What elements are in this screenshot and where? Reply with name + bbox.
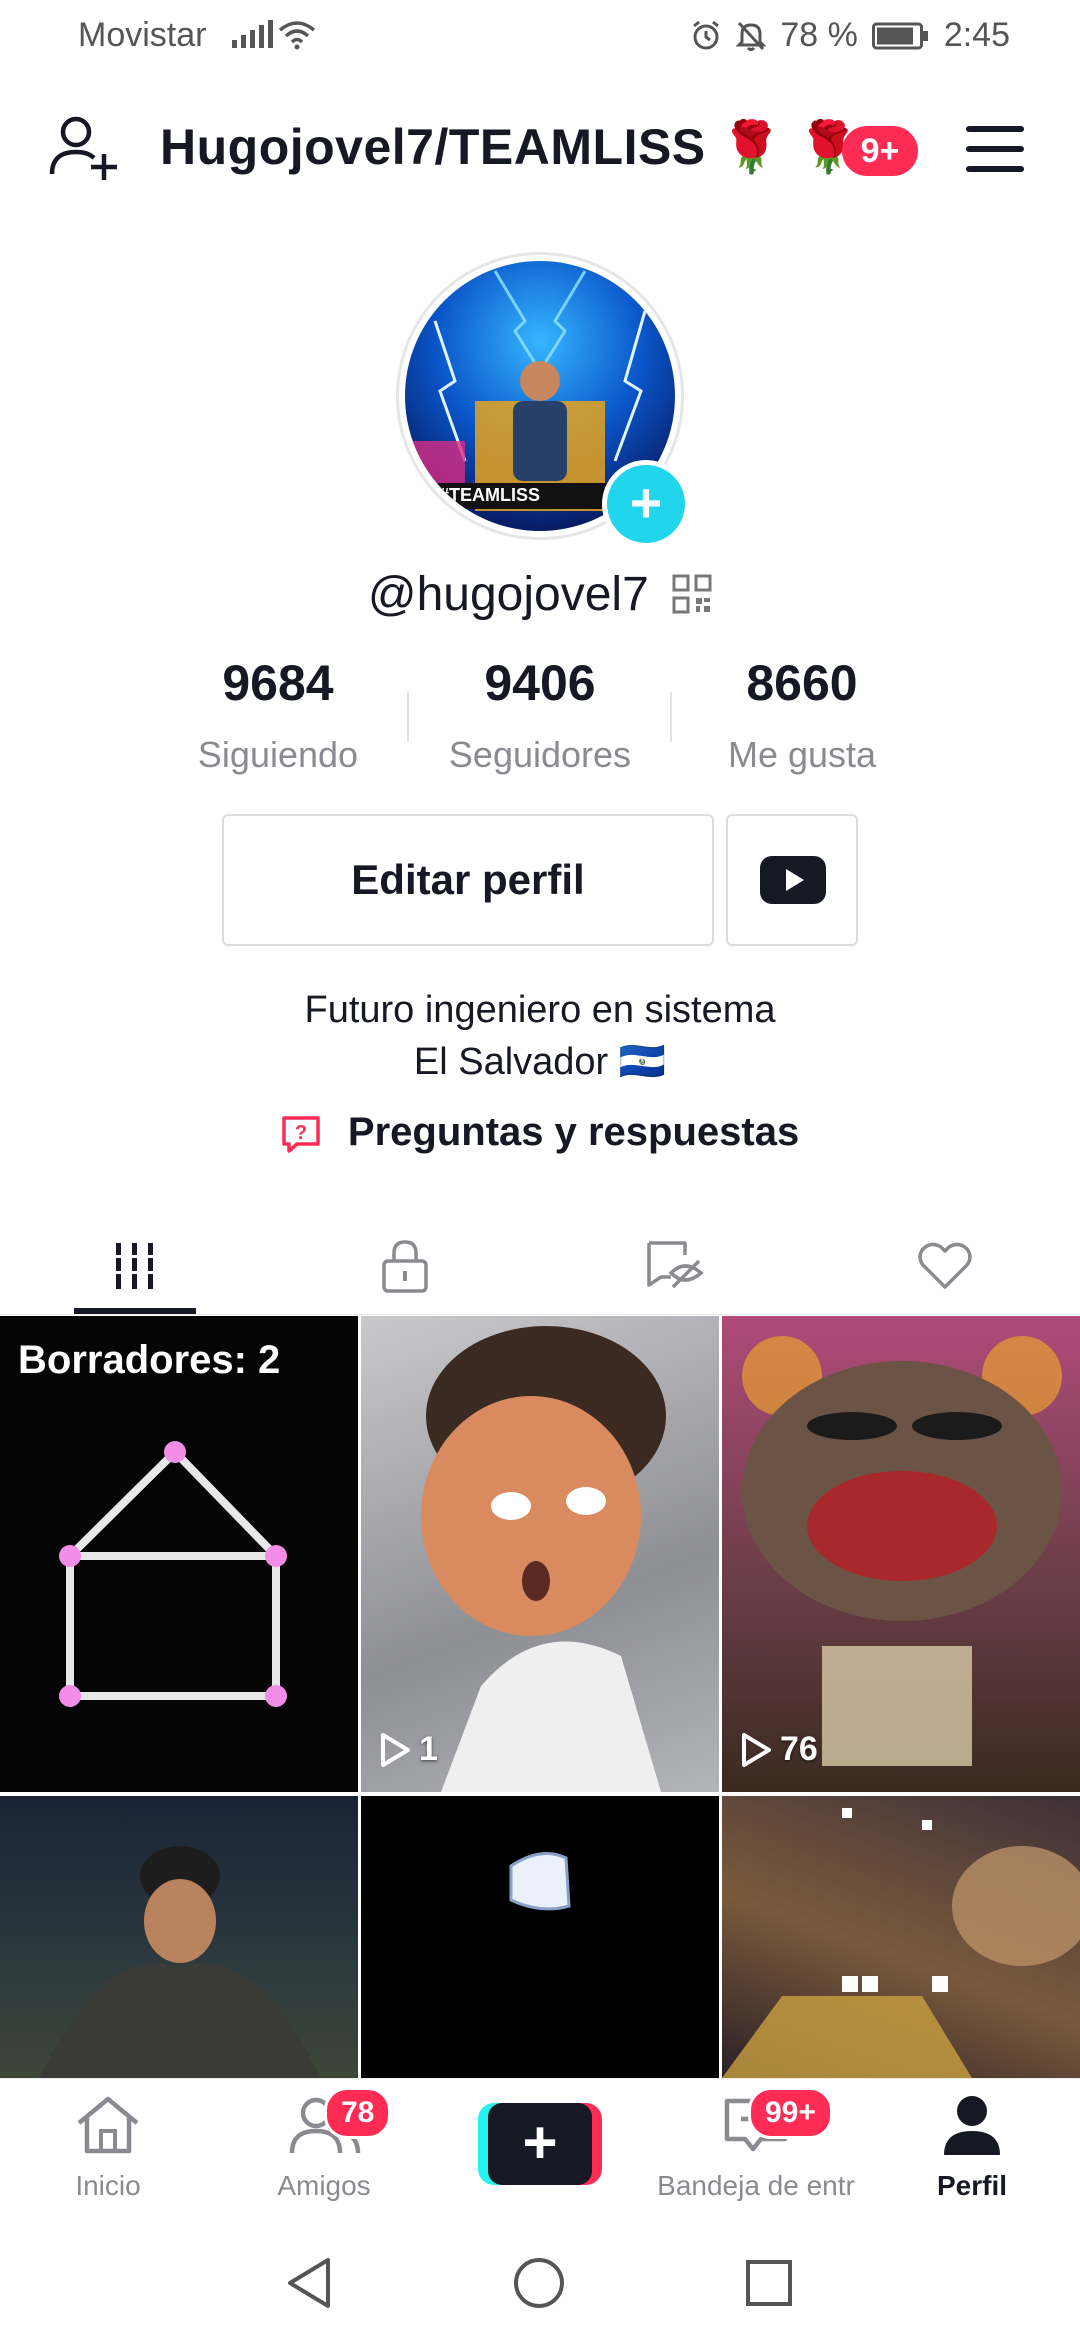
- friends-badge: 78: [324, 2087, 392, 2139]
- youtube-icon: [760, 856, 826, 904]
- qr-code-icon[interactable]: [672, 574, 712, 614]
- recents-icon[interactable]: [744, 2258, 794, 2308]
- video-thumbnail[interactable]: [361, 1796, 719, 2078]
- drafts-tile[interactable]: Borradores: 2: [0, 1316, 358, 1792]
- stat-divider: [407, 692, 409, 742]
- page-title: Hugojovel7/TEAMLISS 🌹 🌹: [160, 119, 860, 175]
- view-count-value: 1: [419, 1730, 438, 1768]
- username: @hugojovel7: [367, 567, 649, 621]
- nav-label: Inicio: [75, 2170, 141, 2201]
- cartoon-boy-image: [421, 1326, 666, 1792]
- qa-label: Preguntas y respuestas: [347, 1110, 800, 1154]
- eye-off-icon: [647, 1241, 704, 1289]
- stat-followers[interactable]: 9406 Seguidores: [410, 654, 670, 776]
- grid-icon: [112, 1243, 158, 1289]
- view-count-value: 76: [780, 1730, 818, 1768]
- likes-label: Me gusta: [727, 734, 877, 775]
- cat-image: [722, 1808, 1080, 2078]
- mute-bell-icon: [736, 21, 767, 51]
- video-thumbnail[interactable]: 76: [722, 1316, 1080, 1792]
- drafts-label: Borradores: 2: [18, 1338, 281, 1382]
- clock: 2:45: [943, 16, 1010, 54]
- battery-icon: [871, 22, 928, 49]
- tab-private[interactable]: [270, 1220, 540, 1312]
- signal-icon: [232, 20, 273, 53]
- tab-liked[interactable]: [810, 1220, 1080, 1312]
- back-icon[interactable]: [284, 2256, 334, 2310]
- nav-home[interactable]: Inicio: [0, 2093, 216, 2202]
- house-drawing-image: [59, 1441, 287, 1707]
- tab-videos[interactable]: [0, 1220, 270, 1312]
- bio: Futuro ingeniero en sistema El Salvador …: [0, 984, 1080, 1088]
- nav-label: Amigos: [277, 2170, 371, 2201]
- sticker-image: [509, 1852, 571, 1911]
- play-icon: [381, 1732, 410, 1767]
- system-nav-bar: [0, 2216, 1080, 2340]
- nav-label: Perfil: [936, 2170, 1008, 2201]
- bread-face-image: [742, 1336, 1062, 1766]
- status-bar: Movistar 78 % 2:45: [0, 0, 1080, 76]
- likes-count: 8660: [746, 655, 858, 711]
- lock-icon: [382, 1240, 428, 1293]
- followers-count: 9406: [484, 655, 596, 711]
- nav-inbox[interactable]: Bandeja de entr 99+: [648, 2087, 864, 2202]
- nav-label: Bandeja de entr: [657, 2170, 855, 2201]
- alarm-icon: [693, 20, 720, 49]
- tab-hidden[interactable]: [540, 1220, 810, 1312]
- profile-header: Hugojovel7/TEAMLISS 🌹 🌹 9+: [0, 100, 1080, 200]
- nav-friends[interactable]: Amigos 78: [216, 2087, 432, 2202]
- view-count: 1: [379, 1730, 438, 1769]
- profile-icon: [944, 2096, 1000, 2155]
- create-button[interactable]: +: [478, 2103, 602, 2185]
- view-count: 76: [740, 1730, 818, 1769]
- divider: [0, 1314, 1080, 1315]
- person-image: [40, 1846, 320, 2078]
- menu-icon[interactable]: [966, 126, 1024, 174]
- inbox-badge: 99+: [748, 2087, 833, 2139]
- heart-icon: [918, 1242, 972, 1289]
- home-circle-icon[interactable]: [512, 2256, 566, 2310]
- carrier-name: Movistar: [78, 16, 207, 54]
- following-count: 9684: [222, 655, 334, 711]
- qa-link[interactable]: ? Preguntas y respuestas: [0, 1110, 1080, 1155]
- avatar-caption: #TEAMLISS: [439, 485, 541, 505]
- status-right: 78 % 2:45: [690, 16, 1010, 55]
- stat-likes[interactable]: 8660 Me gusta: [672, 654, 932, 776]
- following-label: Siguiendo: [197, 734, 359, 775]
- notification-badge[interactable]: 9+: [842, 126, 918, 176]
- edit-profile-button[interactable]: Editar perfil: [222, 814, 714, 946]
- battery-percent: 78 %: [780, 16, 858, 54]
- video-thumbnail[interactable]: [722, 1796, 1080, 2078]
- nav-profile[interactable]: Perfil: [864, 2093, 1080, 2202]
- bio-line: El Salvador 🇸🇻: [413, 1041, 667, 1083]
- wifi-icon: [278, 21, 316, 50]
- bio-line: Futuro ingeniero en sistema: [304, 989, 776, 1031]
- video-thumbnail[interactable]: [0, 1796, 358, 2078]
- stat-following[interactable]: 9684 Siguiendo: [148, 654, 408, 776]
- create-icon: +: [488, 2103, 592, 2185]
- svg-text:?: ?: [295, 1122, 307, 1144]
- username-row: @hugojovel7: [0, 564, 1080, 622]
- add-friend-icon[interactable]: [48, 110, 120, 182]
- youtube-link-button[interactable]: [726, 814, 858, 946]
- home-icon: [77, 2096, 139, 2154]
- followers-label: Seguidores: [448, 734, 632, 775]
- video-thumbnail[interactable]: 1: [361, 1316, 719, 1792]
- play-icon: [742, 1732, 771, 1767]
- question-icon: ?: [282, 1116, 320, 1154]
- add-avatar-button[interactable]: +: [602, 460, 690, 548]
- bottom-nav: Inicio Amigos 78 + Bandeja de entr 99+ P…: [0, 2078, 1080, 2217]
